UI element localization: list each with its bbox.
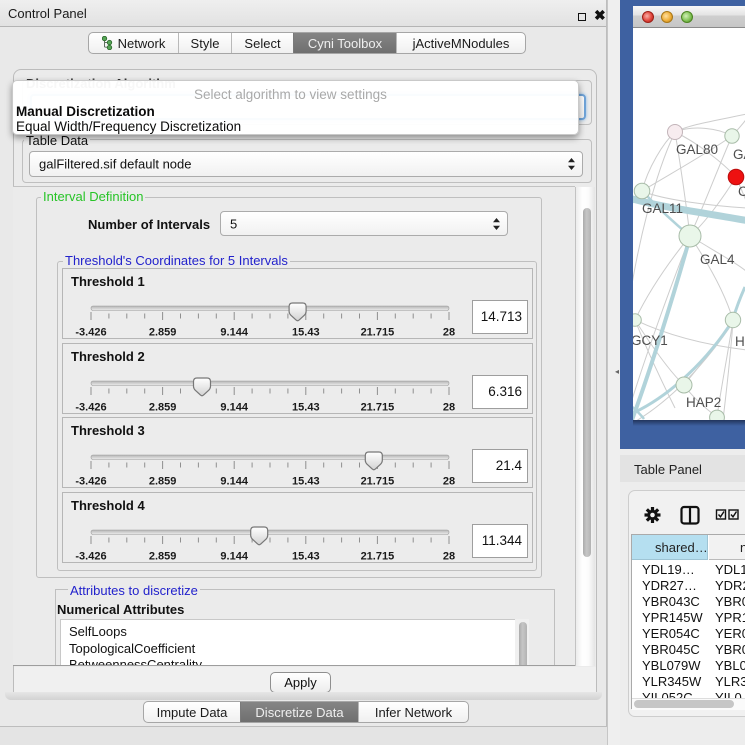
svg-text:2.859: 2.859: [149, 401, 177, 413]
svg-text:-3.426: -3.426: [75, 476, 106, 488]
svg-text:15.43: 15.43: [292, 476, 320, 488]
svg-text:21.715: 21.715: [361, 327, 395, 339]
svg-text:C: C: [738, 184, 745, 199]
svg-text:GCY1: GCY1: [633, 333, 668, 348]
svg-text:9.144: 9.144: [220, 401, 248, 413]
svg-text:2.859: 2.859: [149, 550, 177, 562]
svg-text:15.43: 15.43: [292, 327, 320, 339]
svg-text:15.43: 15.43: [292, 401, 320, 413]
svg-text:15.43: 15.43: [292, 550, 320, 562]
svg-text:GAL4: GAL4: [700, 252, 735, 267]
svg-text:-3.426: -3.426: [75, 401, 106, 413]
svg-text:H: H: [735, 334, 745, 349]
svg-text:28: 28: [443, 327, 455, 339]
svg-text:GA: GA: [733, 147, 745, 162]
svg-text:28: 28: [443, 476, 455, 488]
svg-text:GAL80: GAL80: [676, 142, 718, 157]
svg-text:21.715: 21.715: [361, 401, 395, 413]
svg-text:9.144: 9.144: [220, 550, 248, 562]
svg-text:28: 28: [443, 401, 455, 413]
svg-text:9.144: 9.144: [220, 476, 248, 488]
svg-text:9.144: 9.144: [220, 327, 248, 339]
svg-text:28: 28: [443, 550, 455, 562]
svg-text:GAL11: GAL11: [642, 201, 683, 216]
svg-text:2.859: 2.859: [149, 327, 177, 339]
svg-text:-3.426: -3.426: [75, 327, 106, 339]
svg-text:2.859: 2.859: [149, 476, 177, 488]
svg-text:21.715: 21.715: [361, 550, 395, 562]
svg-text:HAP2: HAP2: [686, 395, 721, 410]
svg-text:21.715: 21.715: [361, 476, 395, 488]
svg-text:-3.426: -3.426: [75, 550, 106, 562]
